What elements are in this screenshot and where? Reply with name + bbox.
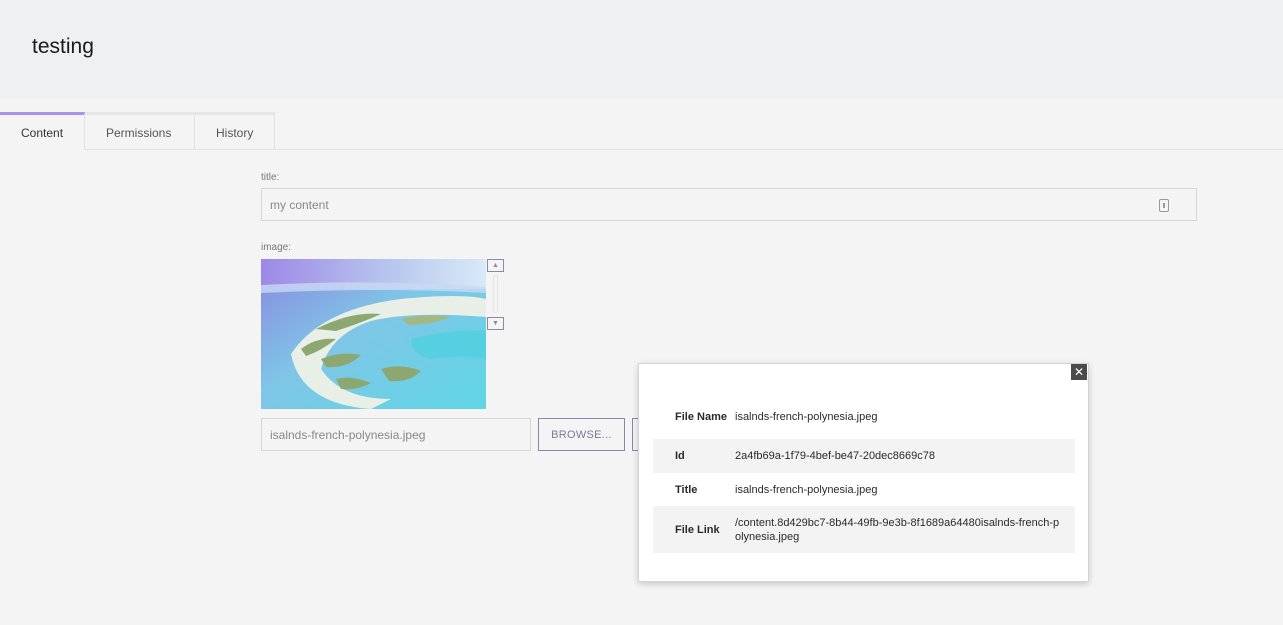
title-value: my content <box>270 197 329 212</box>
file-info-table: File Name isalnds-french-polynesia.jpeg … <box>653 395 1075 553</box>
table-row: File Name isalnds-french-polynesia.jpeg <box>653 395 1075 439</box>
row-key: Id <box>675 450 685 462</box>
scroll-down-icon[interactable]: ▼ <box>487 317 504 330</box>
file-name-value: isalnds-french-polynesia.jpeg <box>270 427 426 442</box>
image-preview <box>261 259 486 409</box>
page-header: testing <box>0 0 1283 98</box>
file-info-popup: ✕ File Name isalnds-french-polynesia.jpe… <box>638 363 1089 582</box>
row-key: File Link <box>675 523 720 536</box>
tab-content[interactable]: Content <box>0 112 85 150</box>
row-value: /content.8d429bc7-8b44-49fb-9e3b-8f1689a… <box>735 516 1060 543</box>
browse-button[interactable]: BROWSE... <box>538 418 625 451</box>
tab-bar: Content Permissions History <box>0 112 275 150</box>
row-value: isalnds-french-polynesia.jpeg <box>735 483 878 496</box>
row-value: 2a4fb69a-1f79-4bef-be47-20dec8669c78 <box>735 450 935 462</box>
row-value: isalnds-french-polynesia.jpeg <box>735 411 878 423</box>
row-key: File Name <box>675 411 727 423</box>
page-title: testing <box>32 35 94 58</box>
title-label: title: <box>261 172 280 183</box>
scroll-up-icon[interactable]: ▲ <box>487 259 504 272</box>
table-row: Title isalnds-french-polynesia.jpeg <box>653 473 1075 506</box>
scroll-track[interactable] <box>493 275 498 313</box>
table-row: File Link /content.8d429bc7-8b44-49fb-9e… <box>653 506 1075 553</box>
table-row: Id 2a4fb69a-1f79-4bef-be47-20dec8669c78 <box>653 439 1075 473</box>
title-input[interactable]: my content <box>261 188 1197 221</box>
tab-divider <box>84 149 1283 150</box>
image-scrollbar[interactable]: ▲ ▼ <box>487 259 504 331</box>
tab-history[interactable]: History <box>195 112 275 150</box>
file-name-input[interactable]: isalnds-french-polynesia.jpeg <box>261 418 531 451</box>
image-label: image: <box>261 242 292 253</box>
row-key: Title <box>675 483 698 496</box>
tab-permissions[interactable]: Permissions <box>85 112 195 150</box>
close-icon[interactable]: ✕ <box>1071 364 1087 380</box>
field-info-icon <box>1159 199 1169 212</box>
